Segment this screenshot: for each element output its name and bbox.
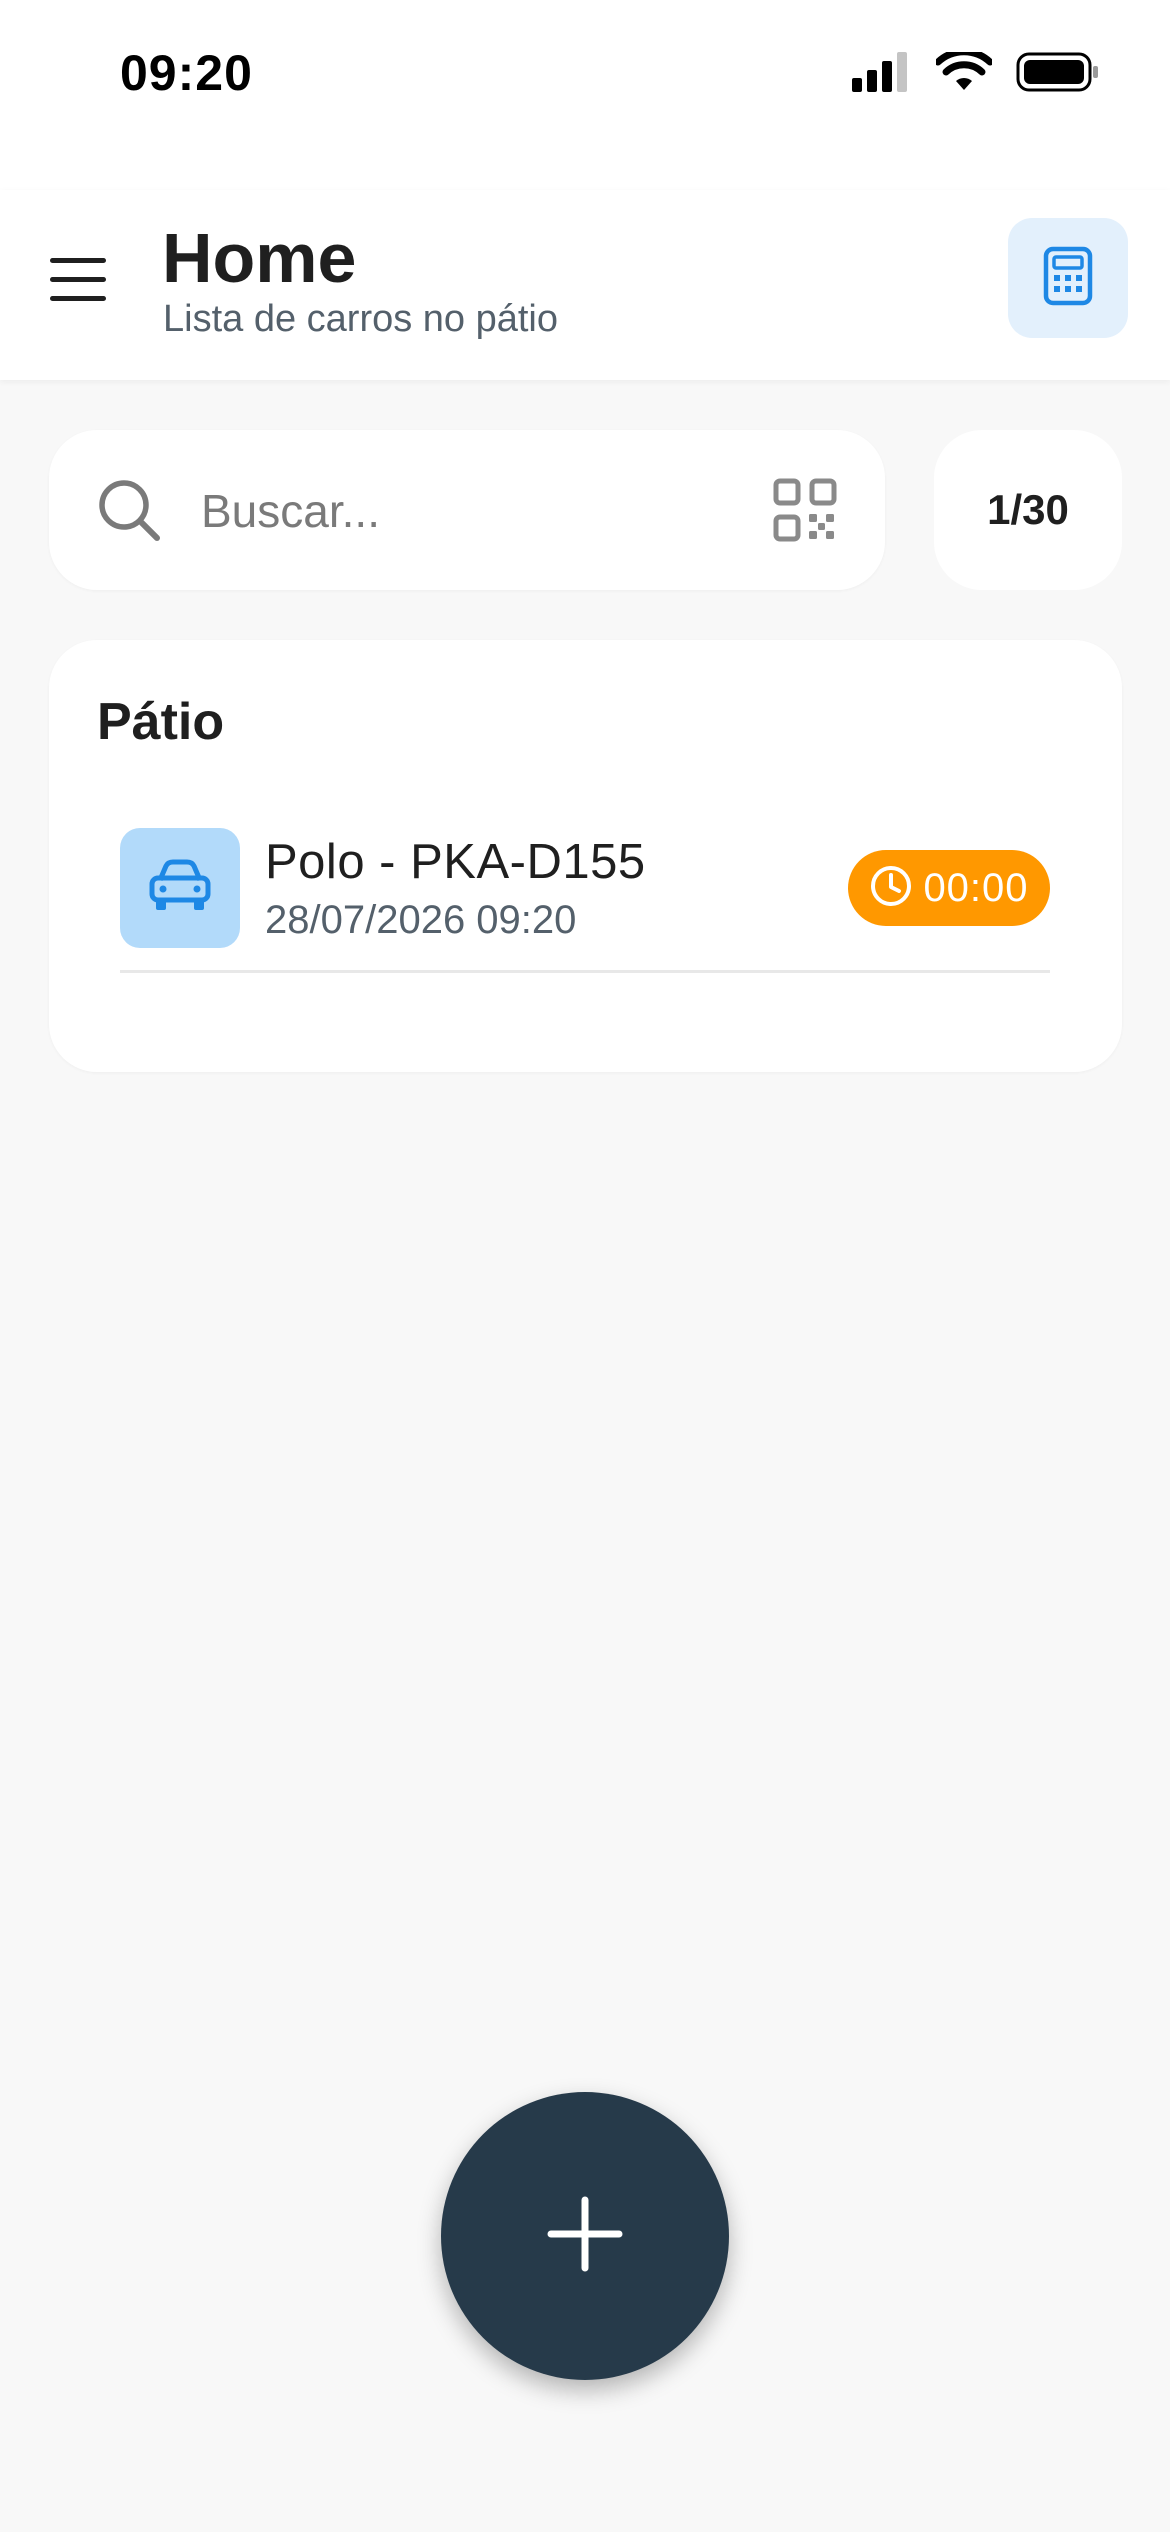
plus-icon (547, 2196, 623, 2277)
clock-icon (869, 864, 913, 913)
page-subtitle: Lista de carros no pátio (163, 298, 559, 340)
capacity-counter: 1/30 (934, 430, 1122, 590)
row-divider (120, 970, 1050, 973)
hamburger-menu-icon (50, 256, 106, 309)
car-name: Polo - PKA-D155 (265, 835, 646, 889)
patio-title: Pátio (97, 693, 225, 751)
qr-code-icon[interactable] (773, 478, 837, 542)
car-entry-datetime: 28/07/2026 09:20 (265, 898, 577, 942)
calculator-button[interactable] (1008, 218, 1128, 338)
car-thumbnail (120, 828, 240, 948)
search-icon (97, 478, 161, 542)
wifi-icon (934, 48, 994, 97)
status-icons (852, 48, 1100, 97)
patio-card: Pátio Polo - PKA-D155 28/07/2026 09:20 0… (49, 640, 1122, 1072)
search-bar (49, 430, 885, 590)
menu-button[interactable] (46, 250, 110, 314)
cellular-signal-icon (852, 52, 912, 97)
battery-icon (1016, 52, 1100, 97)
elapsed-time-badge: 00:00 (848, 850, 1050, 926)
page-title: Home (162, 219, 357, 297)
list-item[interactable]: Polo - PKA-D155 28/07/2026 09:20 00:00 (120, 828, 1050, 973)
calculator-icon (1043, 246, 1093, 311)
elapsed-time: 00:00 (923, 865, 1029, 910)
search-input[interactable] (199, 470, 763, 552)
add-car-button[interactable] (441, 2092, 729, 2380)
status-bar: 09:20 (0, 0, 1170, 190)
status-time: 09:20 (120, 45, 253, 101)
car-icon (148, 858, 212, 919)
app-bar: Home Lista de carros no pátio (0, 190, 1170, 380)
